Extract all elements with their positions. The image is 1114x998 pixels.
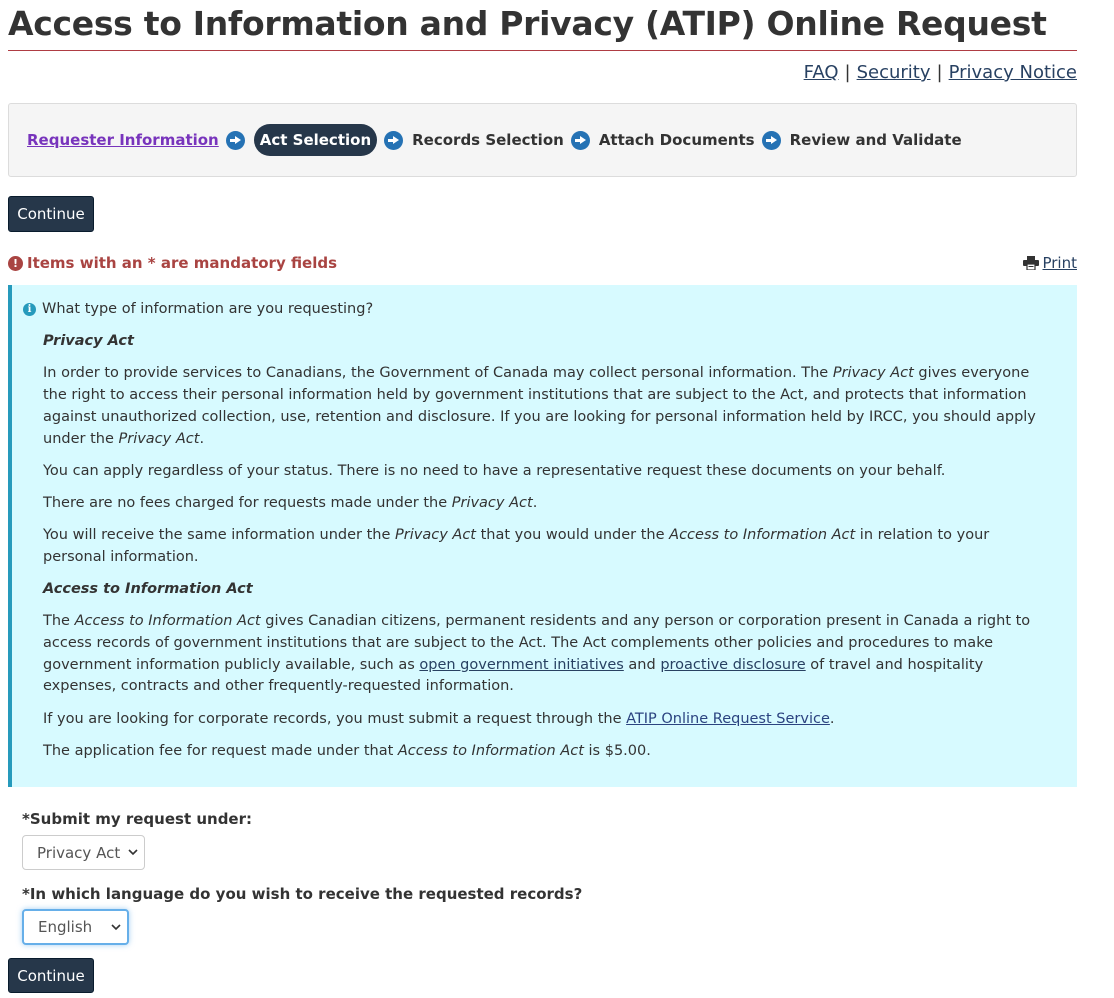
step-act-selection: Act Selection [253, 124, 378, 156]
link-separator: | [936, 62, 943, 83]
privacy-act-heading: Privacy Act [43, 333, 134, 350]
act-select-label: *Submit my request under: [22, 810, 253, 828]
exclamation-icon: ! [8, 255, 23, 271]
mandatory-note-text: Items with an * are mandatory fields [27, 254, 338, 272]
continue-button-top[interactable]: Continue [8, 196, 94, 232]
continue-button-bottom[interactable]: Continue [8, 958, 94, 993]
arrow-right-icon [384, 130, 404, 150]
print-control[interactable]: Print [1023, 254, 1077, 272]
step-review-and-validate: Review and Validate [789, 131, 962, 149]
ati-paragraph-3: The application fee for request made und… [43, 742, 651, 759]
arrow-right-icon [225, 130, 245, 150]
language-select[interactable]: English [22, 909, 129, 945]
top-links: FAQ | Security | Privacy Notice [804, 62, 1077, 83]
privacy-act-paragraph-4: You will receive the same information un… [43, 527, 990, 565]
act-select[interactable]: Privacy Act [22, 835, 145, 870]
privacy-notice-link[interactable]: Privacy Notice [949, 62, 1077, 83]
progress-steps: Requester Information Act Selection Reco… [8, 103, 1077, 177]
info-panel: i What type of information are you reque… [8, 285, 1077, 787]
step-requester-information[interactable]: Requester Information [27, 131, 219, 149]
proactive-disclosure-link[interactable]: proactive disclosure [660, 657, 805, 673]
atip-online-request-service-link[interactable]: ATIP Online Request Service [626, 711, 830, 727]
info-question-text: What type of information are you request… [42, 301, 374, 317]
privacy-act-paragraph-1: In order to provide services to Canadian… [43, 365, 1036, 447]
privacy-act-paragraph-2: You can apply regardless of your status.… [43, 462, 946, 479]
arrow-right-icon [570, 130, 590, 150]
info-icon: i [23, 303, 36, 317]
open-government-link[interactable]: open government initiatives [419, 657, 623, 673]
access-to-information-act-heading: Access to Information Act [43, 581, 253, 598]
language-select-value: English [38, 918, 93, 936]
mandatory-note: ! Items with an * are mandatory fields [8, 254, 337, 272]
info-question: i What type of information are you reque… [23, 299, 1053, 321]
language-select-label: *In which language do you wish to receiv… [22, 885, 583, 903]
ati-paragraph-2: If you are looking for corporate records… [43, 710, 835, 727]
page: Access to Information and Privacy (ATIP)… [0, 0, 1114, 998]
act-select-value: Privacy Act [37, 843, 121, 862]
step-records-selection: Records Selection [412, 131, 564, 149]
step-attach-documents: Attach Documents [598, 131, 755, 149]
security-link[interactable]: Security [857, 62, 931, 83]
ati-paragraph-1: The Access to Information Act gives Cana… [43, 613, 1031, 695]
arrow-right-icon [761, 130, 781, 150]
page-title: Access to Information and Privacy (ATIP)… [8, 2, 1077, 51]
printer-icon [1023, 256, 1040, 270]
print-link[interactable]: Print [1042, 254, 1077, 272]
faq-link[interactable]: FAQ [804, 62, 839, 83]
chevron-down-icon [111, 924, 121, 931]
privacy-act-paragraph-3: There are no fees charged for requests m… [43, 494, 538, 511]
chevron-down-icon [128, 849, 138, 856]
link-separator: | [844, 62, 851, 83]
